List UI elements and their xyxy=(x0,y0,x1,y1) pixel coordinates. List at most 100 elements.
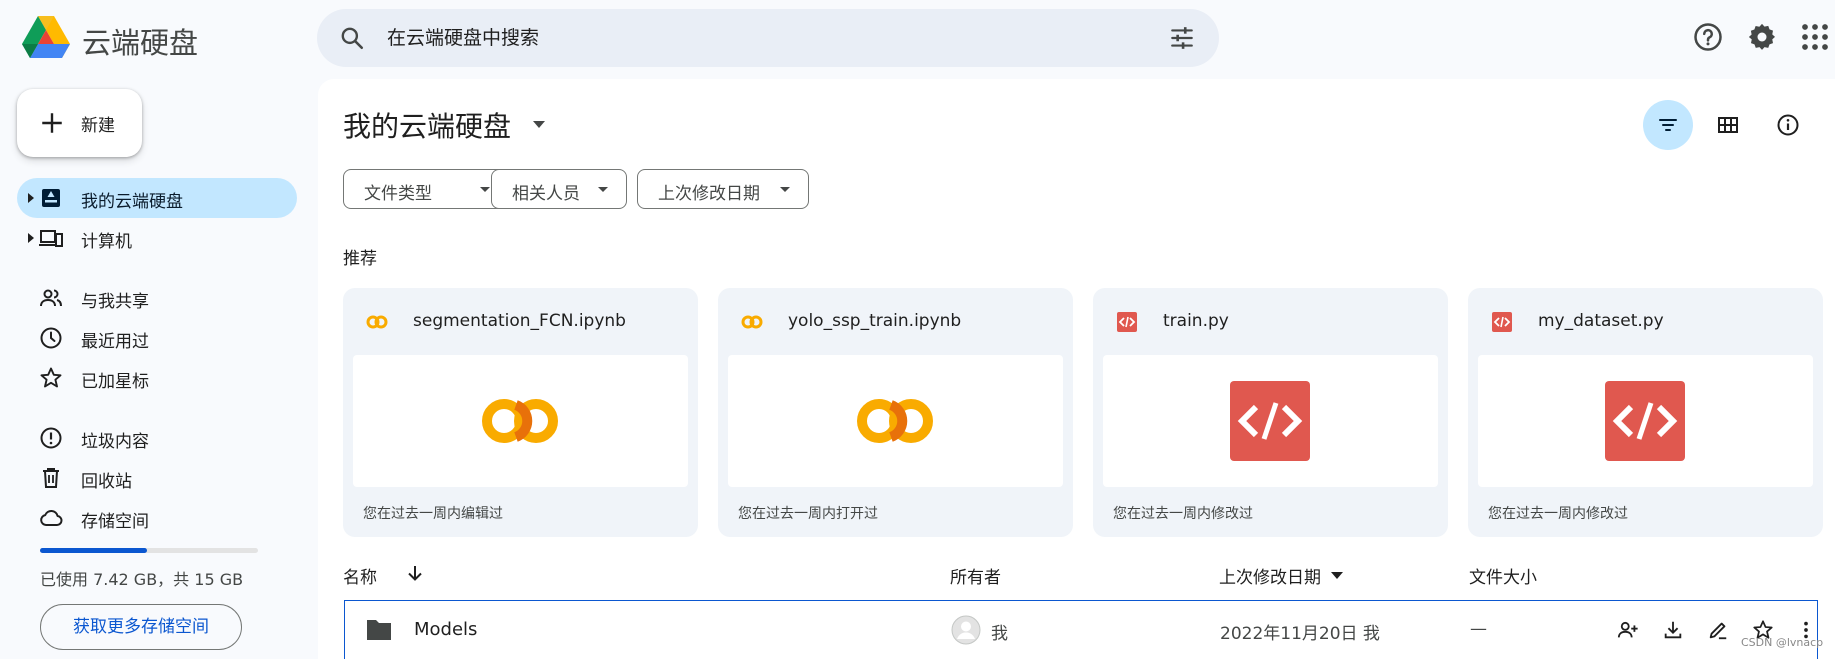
filter-toggle-button[interactable] xyxy=(1643,100,1693,150)
card-activity-reason: 您在过去一周内编辑过 xyxy=(363,506,503,522)
caret-right-icon[interactable] xyxy=(27,193,35,203)
grid-view-button[interactable] xyxy=(1703,100,1753,150)
card-activity-reason: 您在过去一周内修改过 xyxy=(1488,506,1628,522)
shared-people-icon xyxy=(40,289,62,307)
code-file-icon xyxy=(1117,312,1137,332)
sidebar-item-storage[interactable]: 存储空间 xyxy=(17,498,297,538)
sidebar-item-label: 垃圾内容 xyxy=(81,432,149,452)
filter-chip-label: 相关人员 xyxy=(512,184,580,204)
app-title: 云端硬盘 xyxy=(82,26,199,60)
code-file-icon xyxy=(1230,381,1310,461)
colab-logo-icon xyxy=(482,399,558,443)
card-file-name: my_dataset.py xyxy=(1538,311,1664,331)
sidebar-item-starred[interactable]: 已加星标 xyxy=(17,358,297,398)
share-person-add-icon[interactable] xyxy=(1617,619,1639,641)
colab-logo-icon xyxy=(857,399,933,443)
column-header-size[interactable]: 文件大小 xyxy=(1469,563,1537,588)
arrow-down-icon[interactable] xyxy=(405,563,425,583)
sidebar-item-shared-with-me[interactable]: 与我共享 xyxy=(17,278,297,318)
spam-icon xyxy=(40,427,62,449)
trash-icon xyxy=(43,468,59,488)
sidebar-item-trash[interactable]: 回收站 xyxy=(17,458,297,498)
storage-text: 已使用 7.42 GB，共 15 GB xyxy=(40,570,244,589)
new-button-label: 新建 xyxy=(81,116,115,136)
clock-icon xyxy=(40,327,62,349)
avatar xyxy=(951,615,981,645)
colab-icon xyxy=(366,315,388,329)
new-button[interactable]: 新建 xyxy=(17,89,142,157)
apps-grid-icon[interactable] xyxy=(1800,22,1830,52)
card-preview xyxy=(353,355,688,487)
row-modified-date: 2022年11月20日 我 xyxy=(1220,624,1380,644)
card-activity-reason: 您在过去一周内修改过 xyxy=(1113,506,1253,522)
plus-icon xyxy=(42,113,62,133)
sidebar-item-label: 已加星标 xyxy=(81,372,149,392)
column-header-modified[interactable]: 上次修改日期 xyxy=(1219,563,1321,588)
suggested-file-card[interactable]: train.py 您在过去一周内修改过 xyxy=(1093,288,1448,537)
page-title[interactable]: 我的云端硬盘 xyxy=(343,105,511,145)
filter-chip-label: 文件类型 xyxy=(364,184,432,204)
drive-logo-icon[interactable] xyxy=(22,16,70,58)
grid-layout-icon xyxy=(1718,117,1738,133)
suggested-file-card[interactable]: my_dataset.py 您在过去一周内修改过 xyxy=(1468,288,1823,537)
filter-chip-label: 上次修改日期 xyxy=(658,184,760,204)
suggested-heading: 推荐 xyxy=(343,249,377,269)
help-icon[interactable] xyxy=(1693,22,1723,52)
column-header-name[interactable]: 名称 xyxy=(343,563,377,588)
sidebar-item-label: 与我共享 xyxy=(81,292,149,312)
top-bar: 云端硬盘 xyxy=(0,0,1835,78)
sidebar-item-computers[interactable]: 计算机 xyxy=(17,218,297,258)
colab-icon xyxy=(741,315,763,329)
sidebar-item-label: 回收站 xyxy=(81,472,132,492)
code-file-icon xyxy=(1605,381,1685,461)
search-icon[interactable] xyxy=(339,25,365,51)
my-drive-icon xyxy=(42,189,60,207)
rename-pencil-icon[interactable] xyxy=(1707,619,1729,641)
folder-icon xyxy=(367,620,391,640)
card-preview xyxy=(1478,355,1813,487)
table-row[interactable]: Models 我 2022年11月20日 我 — xyxy=(344,600,1818,659)
card-activity-reason: 您在过去一周内打开过 xyxy=(738,506,878,522)
sidebar-item-label: 存储空间 xyxy=(81,512,149,532)
storage-usage-bar xyxy=(40,548,258,553)
get-more-storage-button[interactable]: 获取更多存储空间 xyxy=(40,604,242,650)
row-file-size: — xyxy=(1470,619,1487,639)
cloud-icon xyxy=(40,509,63,526)
computers-icon xyxy=(39,230,63,247)
row-file-name: Models xyxy=(414,619,478,640)
gear-icon[interactable] xyxy=(1747,22,1777,52)
star-icon xyxy=(40,367,62,388)
card-preview xyxy=(728,355,1063,487)
info-icon xyxy=(1777,114,1799,136)
sidebar-item-my-drive[interactable]: 我的云端硬盘 xyxy=(17,178,297,218)
caret-right-icon[interactable] xyxy=(27,233,35,243)
chevron-down-icon xyxy=(480,187,490,192)
filter-chip-modified[interactable]: 上次修改日期 xyxy=(637,169,809,209)
row-owner: 我 xyxy=(991,624,1008,644)
filter-chip-people[interactable]: 相关人员 xyxy=(491,169,627,209)
filter-chip-file-type[interactable]: 文件类型 xyxy=(343,169,513,209)
search-input[interactable] xyxy=(387,19,1127,57)
download-icon[interactable] xyxy=(1662,619,1684,641)
suggested-file-card[interactable]: segmentation_FCN.ipynb 您在过去一周内编辑过 xyxy=(343,288,698,537)
details-button[interactable] xyxy=(1763,100,1813,150)
main-content: 我的云端硬盘 文件类型 相关人员 上次修改日期 推荐 segmentation_… xyxy=(318,79,1835,659)
sidebar-item-label: 最近用过 xyxy=(81,332,149,352)
search-bar[interactable] xyxy=(317,9,1219,67)
storage-usage-fill xyxy=(40,548,147,553)
chevron-down-icon[interactable] xyxy=(533,121,545,129)
watermark: CSDN @lvnacp xyxy=(1741,636,1824,649)
filter-icon xyxy=(1659,119,1677,131)
sort-desc-icon[interactable] xyxy=(1331,572,1343,579)
sidebar-item-label: 计算机 xyxy=(81,232,132,252)
chevron-down-icon xyxy=(780,187,790,192)
sidebar-item-spam[interactable]: 垃圾内容 xyxy=(17,418,297,458)
sidebar-item-label: 我的云端硬盘 xyxy=(81,192,183,212)
suggested-file-card[interactable]: yolo_ssp_train.ipynb 您在过去一周内打开过 xyxy=(718,288,1073,537)
code-file-icon xyxy=(1492,312,1512,332)
column-header-owner[interactable]: 所有者 xyxy=(950,563,1001,588)
sidebar-item-recent[interactable]: 最近用过 xyxy=(17,318,297,358)
card-preview xyxy=(1103,355,1438,487)
card-file-name: train.py xyxy=(1163,311,1229,331)
search-options-icon[interactable] xyxy=(1169,25,1195,51)
